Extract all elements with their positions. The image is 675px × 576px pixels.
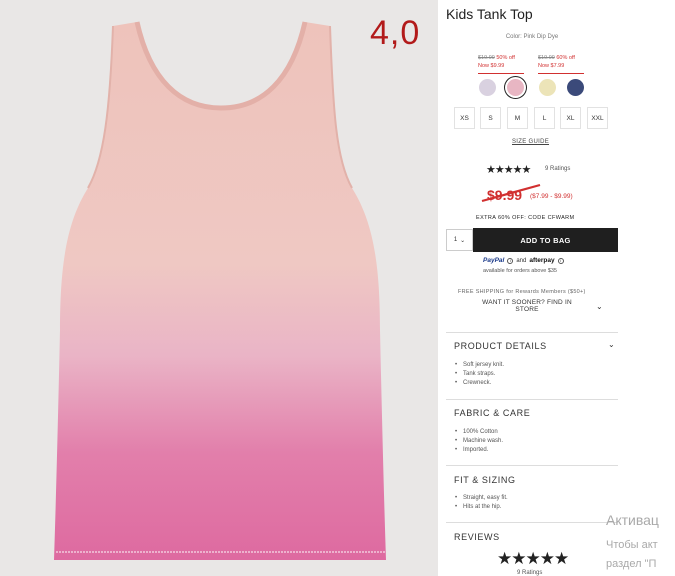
list-item: Machine wash. <box>455 437 503 446</box>
add-to-bag-button[interactable]: ADD TO BAG <box>473 228 618 252</box>
activation-watermark-text: Чтобы акт раздел "П <box>606 536 658 574</box>
product-details-header[interactable]: PRODUCT DETAILS <box>454 341 547 351</box>
color-swatch-navy[interactable] <box>567 79 584 96</box>
section-divider <box>446 465 618 466</box>
shipping-note: FREE SHIPPING for Rewards Members ($50+) <box>458 289 586 295</box>
find-in-store-link[interactable]: WANT IT SOONER? FIND IN STORE <box>472 299 582 313</box>
list-item: Straight, easy fit. <box>455 494 508 503</box>
swatch-group-underline <box>478 73 524 74</box>
product-details-list: Soft jersey knit. Tank straps. Crewneck. <box>455 361 504 388</box>
paypal-logo: PayPal <box>483 257 505 264</box>
info-icon[interactable]: i <box>557 257 564 264</box>
price-range: ($7.99 - $9.99) <box>530 193 573 200</box>
section-divider <box>446 332 618 333</box>
section-divider <box>446 399 618 400</box>
now-price: Now $9.99 <box>478 63 505 69</box>
size-button-l[interactable]: L <box>534 107 555 129</box>
quantity-select[interactable]: 1 ⌄ <box>446 229 473 251</box>
list-item: Hits at the hip. <box>455 503 508 512</box>
section-divider <box>446 522 618 523</box>
was-price: $19.99 <box>538 55 555 61</box>
fabric-care-list: 100% Cotton Machine wash. Imported. <box>455 428 503 455</box>
tank-top-illustration <box>54 21 386 560</box>
discount-percent: 50% off <box>496 55 515 61</box>
chevron-down-icon[interactable]: ⌄ <box>596 302 603 311</box>
swatch-price-group-1: $19.99 50% off Now $9.99 <box>478 54 515 70</box>
product-image[interactable] <box>0 0 438 576</box>
chevron-down-icon[interactable]: ⌄ <box>608 340 615 349</box>
ratings-count[interactable]: 9 Ratings <box>545 166 570 172</box>
swatch-price-group-2: $19.99 60% off Now $7.99 <box>538 54 575 70</box>
payment-threshold-text: available for orders above $35 <box>483 268 557 274</box>
color-swatch-pink-dip-dye[interactable] <box>507 79 524 96</box>
info-icon[interactable]: i <box>507 257 514 264</box>
quantity-value: 1 <box>453 237 458 243</box>
list-item: Crewneck. <box>455 379 504 388</box>
chevron-down-icon: ⌄ <box>460 237 466 244</box>
discount-percent: 60% off <box>556 55 575 61</box>
color-swatch-yellow[interactable] <box>539 79 556 96</box>
reviews-header[interactable]: REVIEWS <box>454 532 500 542</box>
size-button-xxl[interactable]: XXL <box>587 107 608 129</box>
list-item: 100% Cotton <box>455 428 503 437</box>
reviews-stars: ★★★★★ <box>497 549 569 568</box>
reviews-count: 9 Ratings <box>517 570 543 576</box>
size-button-m[interactable]: M <box>507 107 528 129</box>
activation-line-2: раздел "П <box>606 558 657 570</box>
fit-sizing-header[interactable]: FIT & SIZING <box>454 475 516 485</box>
was-price: $19.99 <box>478 55 495 61</box>
swatch-group-underline <box>538 73 584 74</box>
size-guide-link[interactable]: SIZE GUIDE <box>512 139 549 145</box>
promo-code-text: EXTRA 60% OFF: CODE CFWARM <box>476 215 575 221</box>
afterpay-logo: afterpay <box>529 257 555 264</box>
fit-sizing-list: Straight, easy fit. Hits at the hip. <box>455 494 508 512</box>
list-item: Tank straps. <box>455 370 504 379</box>
payment-and-text: and <box>516 257 527 264</box>
list-item: Imported. <box>455 446 503 455</box>
product-info-panel: Kids Tank Top Color: Pink Dip Dye $19.99… <box>446 0 675 576</box>
activation-line-1: Чтобы акт <box>606 539 658 551</box>
rating-stars[interactable]: ★★★★★ <box>486 163 531 176</box>
list-item: Soft jersey knit. <box>455 361 504 370</box>
activation-watermark-title: Активац <box>606 512 659 528</box>
color-label: Color: Pink Dip Dye <box>505 34 559 40</box>
size-button-xl[interactable]: XL <box>560 107 581 129</box>
size-button-xs[interactable]: XS <box>454 107 475 129</box>
now-price: Now $7.99 <box>538 63 565 69</box>
product-title: Kids Tank Top <box>446 6 533 22</box>
payment-options: PayPal i and afterpay i <box>483 257 564 264</box>
price-annotation: 4,0 <box>370 14 421 52</box>
size-button-s[interactable]: S <box>480 107 501 129</box>
fabric-care-header[interactable]: FABRIC & CARE <box>454 408 530 418</box>
color-swatch-lavender[interactable] <box>479 79 496 96</box>
